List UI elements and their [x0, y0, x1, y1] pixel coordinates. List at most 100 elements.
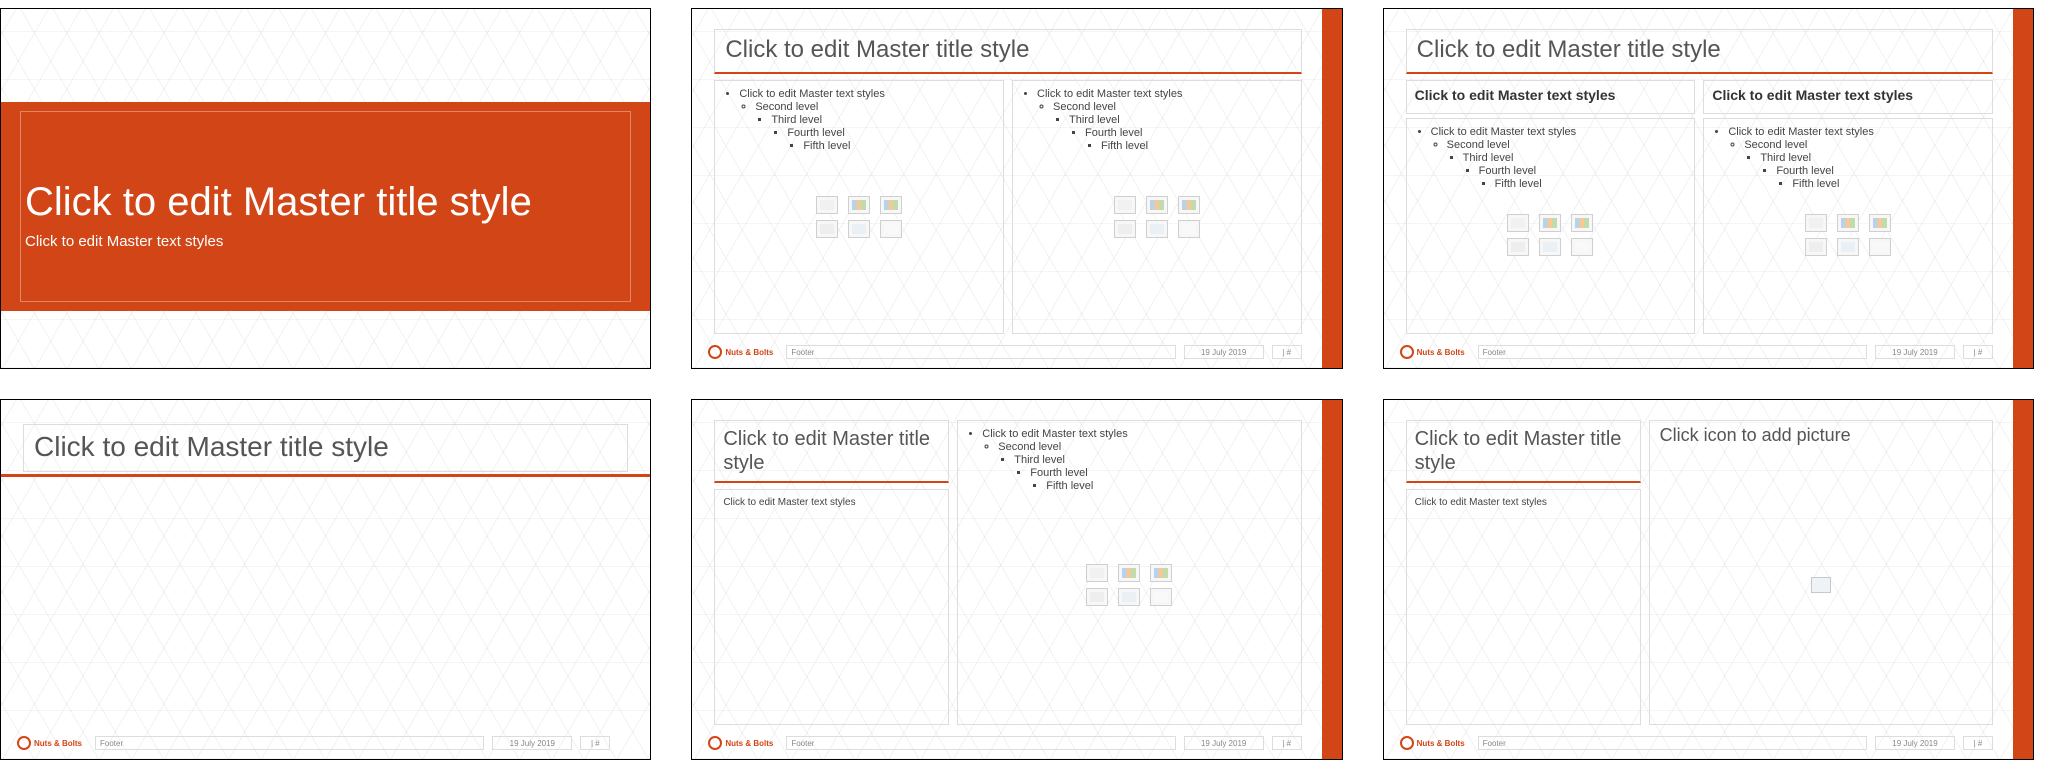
- footer-page[interactable]: | #: [1272, 736, 1302, 750]
- picture-icon[interactable]: [1811, 577, 1831, 593]
- table-icon[interactable]: [1114, 196, 1136, 214]
- bullet-l4: Fourth level: [1776, 165, 1833, 177]
- footer-date[interactable]: 19 July 2019: [1875, 345, 1955, 359]
- caption-title[interactable]: Click to edit Master title style: [1406, 420, 1641, 483]
- slide-layout-picture-caption[interactable]: Click to edit Master title style Click t…: [1383, 399, 2034, 760]
- brand-text: Nuts & Bolts: [34, 739, 82, 748]
- footer-date[interactable]: 19 July 2019: [492, 736, 572, 750]
- slide-layout-section-header[interactable]: Click to edit Master title style Nuts & …: [0, 399, 651, 760]
- slide-layout-title[interactable]: Click to edit Master title style Click t…: [0, 8, 651, 369]
- footer-date[interactable]: 19 July 2019: [1184, 736, 1264, 750]
- footer-date-text: 19 July 2019: [1892, 348, 1937, 357]
- table-icon[interactable]: [1805, 214, 1827, 232]
- chart-icon[interactable]: [1146, 196, 1168, 214]
- picture-placeholder[interactable]: Click icon to add picture: [1649, 420, 1993, 725]
- smartart-icon[interactable]: [1178, 196, 1200, 214]
- content-panel[interactable]: Click to edit Master text styles Second …: [957, 420, 1301, 725]
- table-icon[interactable]: [1086, 564, 1108, 582]
- footer: Nuts & Bolts Footer 19 July 2019 | #: [17, 733, 610, 753]
- footer-page[interactable]: | #: [580, 736, 610, 750]
- footer-text[interactable]: Footer: [1478, 345, 1867, 359]
- footer-date[interactable]: 19 July 2019: [1875, 736, 1955, 750]
- section-title-placeholder[interactable]: Click to edit Master title style: [23, 424, 628, 472]
- chart-icon[interactable]: [848, 196, 870, 214]
- footer-page[interactable]: | #: [1963, 736, 1993, 750]
- content-area: Click to edit Master title style Click t…: [1406, 420, 1993, 725]
- footer-label: Footer: [1483, 348, 1506, 357]
- title-outline: [20, 111, 630, 303]
- video-icon[interactable]: [1869, 238, 1891, 256]
- content-icons[interactable]: [1507, 214, 1593, 256]
- online-picture-icon[interactable]: [1118, 588, 1140, 606]
- footer-text[interactable]: Footer: [786, 345, 1175, 359]
- video-icon[interactable]: [1571, 238, 1593, 256]
- accent-underline: [1, 474, 650, 477]
- video-icon[interactable]: [1150, 588, 1172, 606]
- bullet-l1: Click to edit Master text styles: [1037, 88, 1183, 100]
- caption-text[interactable]: Click to edit Master text styles: [1406, 489, 1641, 725]
- content-icons[interactable]: [816, 196, 902, 238]
- footer-text[interactable]: Footer: [786, 736, 1175, 750]
- content-icons[interactable]: [1086, 564, 1172, 606]
- title-placeholder[interactable]: Click to edit Master title style: [714, 29, 1301, 74]
- accent-bar: [2013, 400, 2033, 759]
- smartart-icon[interactable]: [880, 196, 902, 214]
- footer-text[interactable]: Footer: [1478, 736, 1867, 750]
- chart-icon[interactable]: [1118, 564, 1140, 582]
- online-picture-icon[interactable]: [848, 220, 870, 238]
- picture-icon[interactable]: [816, 220, 838, 238]
- content-right[interactable]: Click to edit Master text styles Second …: [1703, 118, 1993, 334]
- footer-page[interactable]: | #: [1272, 345, 1302, 359]
- slide-layout-two-content[interactable]: Click to edit Master title style Click t…: [691, 8, 1342, 369]
- col-left: Click to edit Master text styles Click t…: [1406, 80, 1696, 334]
- content-icons[interactable]: [1114, 196, 1200, 238]
- caption-text[interactable]: Click to edit Master text styles: [714, 489, 949, 725]
- video-icon[interactable]: [1178, 220, 1200, 238]
- footer: Nuts & Bolts Footer 19 July 2019 | #: [1400, 733, 1993, 753]
- bullet-l3: Third level: [1760, 152, 1811, 164]
- caption-title[interactable]: Click to edit Master title style: [714, 420, 949, 483]
- footer-text[interactable]: Footer: [95, 736, 484, 750]
- chart-icon[interactable]: [1837, 214, 1859, 232]
- content-right[interactable]: Click to edit Master text styles Second …: [1012, 80, 1302, 334]
- bullet-l1: Click to edit Master text styles: [739, 88, 885, 100]
- smartart-icon[interactable]: [1150, 564, 1172, 582]
- picture-icon[interactable]: [1114, 220, 1136, 238]
- table-icon[interactable]: [816, 196, 838, 214]
- bullet-l5: Fifth level: [1792, 178, 1839, 190]
- bullet-l2: Second level: [1447, 139, 1510, 151]
- content-left[interactable]: Click to edit Master text styles Second …: [1406, 118, 1696, 334]
- slide-layout-comparison[interactable]: Click to edit Master title style Click t…: [1383, 8, 2034, 369]
- footer-date[interactable]: 19 July 2019: [1184, 345, 1264, 359]
- online-picture-icon[interactable]: [1539, 238, 1561, 256]
- smartart-icon[interactable]: [1869, 214, 1891, 232]
- smartart-icon[interactable]: [1571, 214, 1593, 232]
- table-icon[interactable]: [1507, 214, 1529, 232]
- footer: Nuts & Bolts Footer 19 July 2019 | #: [708, 733, 1301, 753]
- bullet-l3: Third level: [771, 114, 822, 126]
- bullet-l5: Fifth level: [1046, 480, 1093, 492]
- footer-date-text: 19 July 2019: [510, 739, 555, 748]
- heading-left[interactable]: Click to edit Master text styles: [1406, 80, 1696, 114]
- footer-page-text: | #: [1974, 739, 1983, 748]
- footer-label: Footer: [791, 348, 814, 357]
- heading-right[interactable]: Click to edit Master text styles: [1703, 80, 1993, 114]
- online-picture-icon[interactable]: [1837, 238, 1859, 256]
- picture-icon[interactable]: [1086, 588, 1108, 606]
- online-picture-icon[interactable]: [1146, 220, 1168, 238]
- footer-date-text: 19 July 2019: [1201, 739, 1246, 748]
- brand-logo: Nuts & Bolts: [1400, 735, 1470, 751]
- footer-page[interactable]: | #: [1963, 345, 1993, 359]
- bullet-l2: Second level: [755, 101, 818, 113]
- footer-page-text: | #: [1282, 739, 1291, 748]
- title-placeholder[interactable]: Click to edit Master title style: [1406, 29, 1993, 74]
- title-text: Click to edit Master title style: [725, 36, 1290, 64]
- content-icons[interactable]: [1805, 214, 1891, 256]
- video-icon[interactable]: [880, 220, 902, 238]
- caption-body: Click to edit Master text styles: [1415, 497, 1547, 508]
- picture-icon[interactable]: [1507, 238, 1529, 256]
- chart-icon[interactable]: [1539, 214, 1561, 232]
- picture-icon[interactable]: [1805, 238, 1827, 256]
- slide-layout-content-caption[interactable]: Click to edit Master title style Click t…: [691, 399, 1342, 760]
- content-left[interactable]: Click to edit Master text styles Second …: [714, 80, 1004, 334]
